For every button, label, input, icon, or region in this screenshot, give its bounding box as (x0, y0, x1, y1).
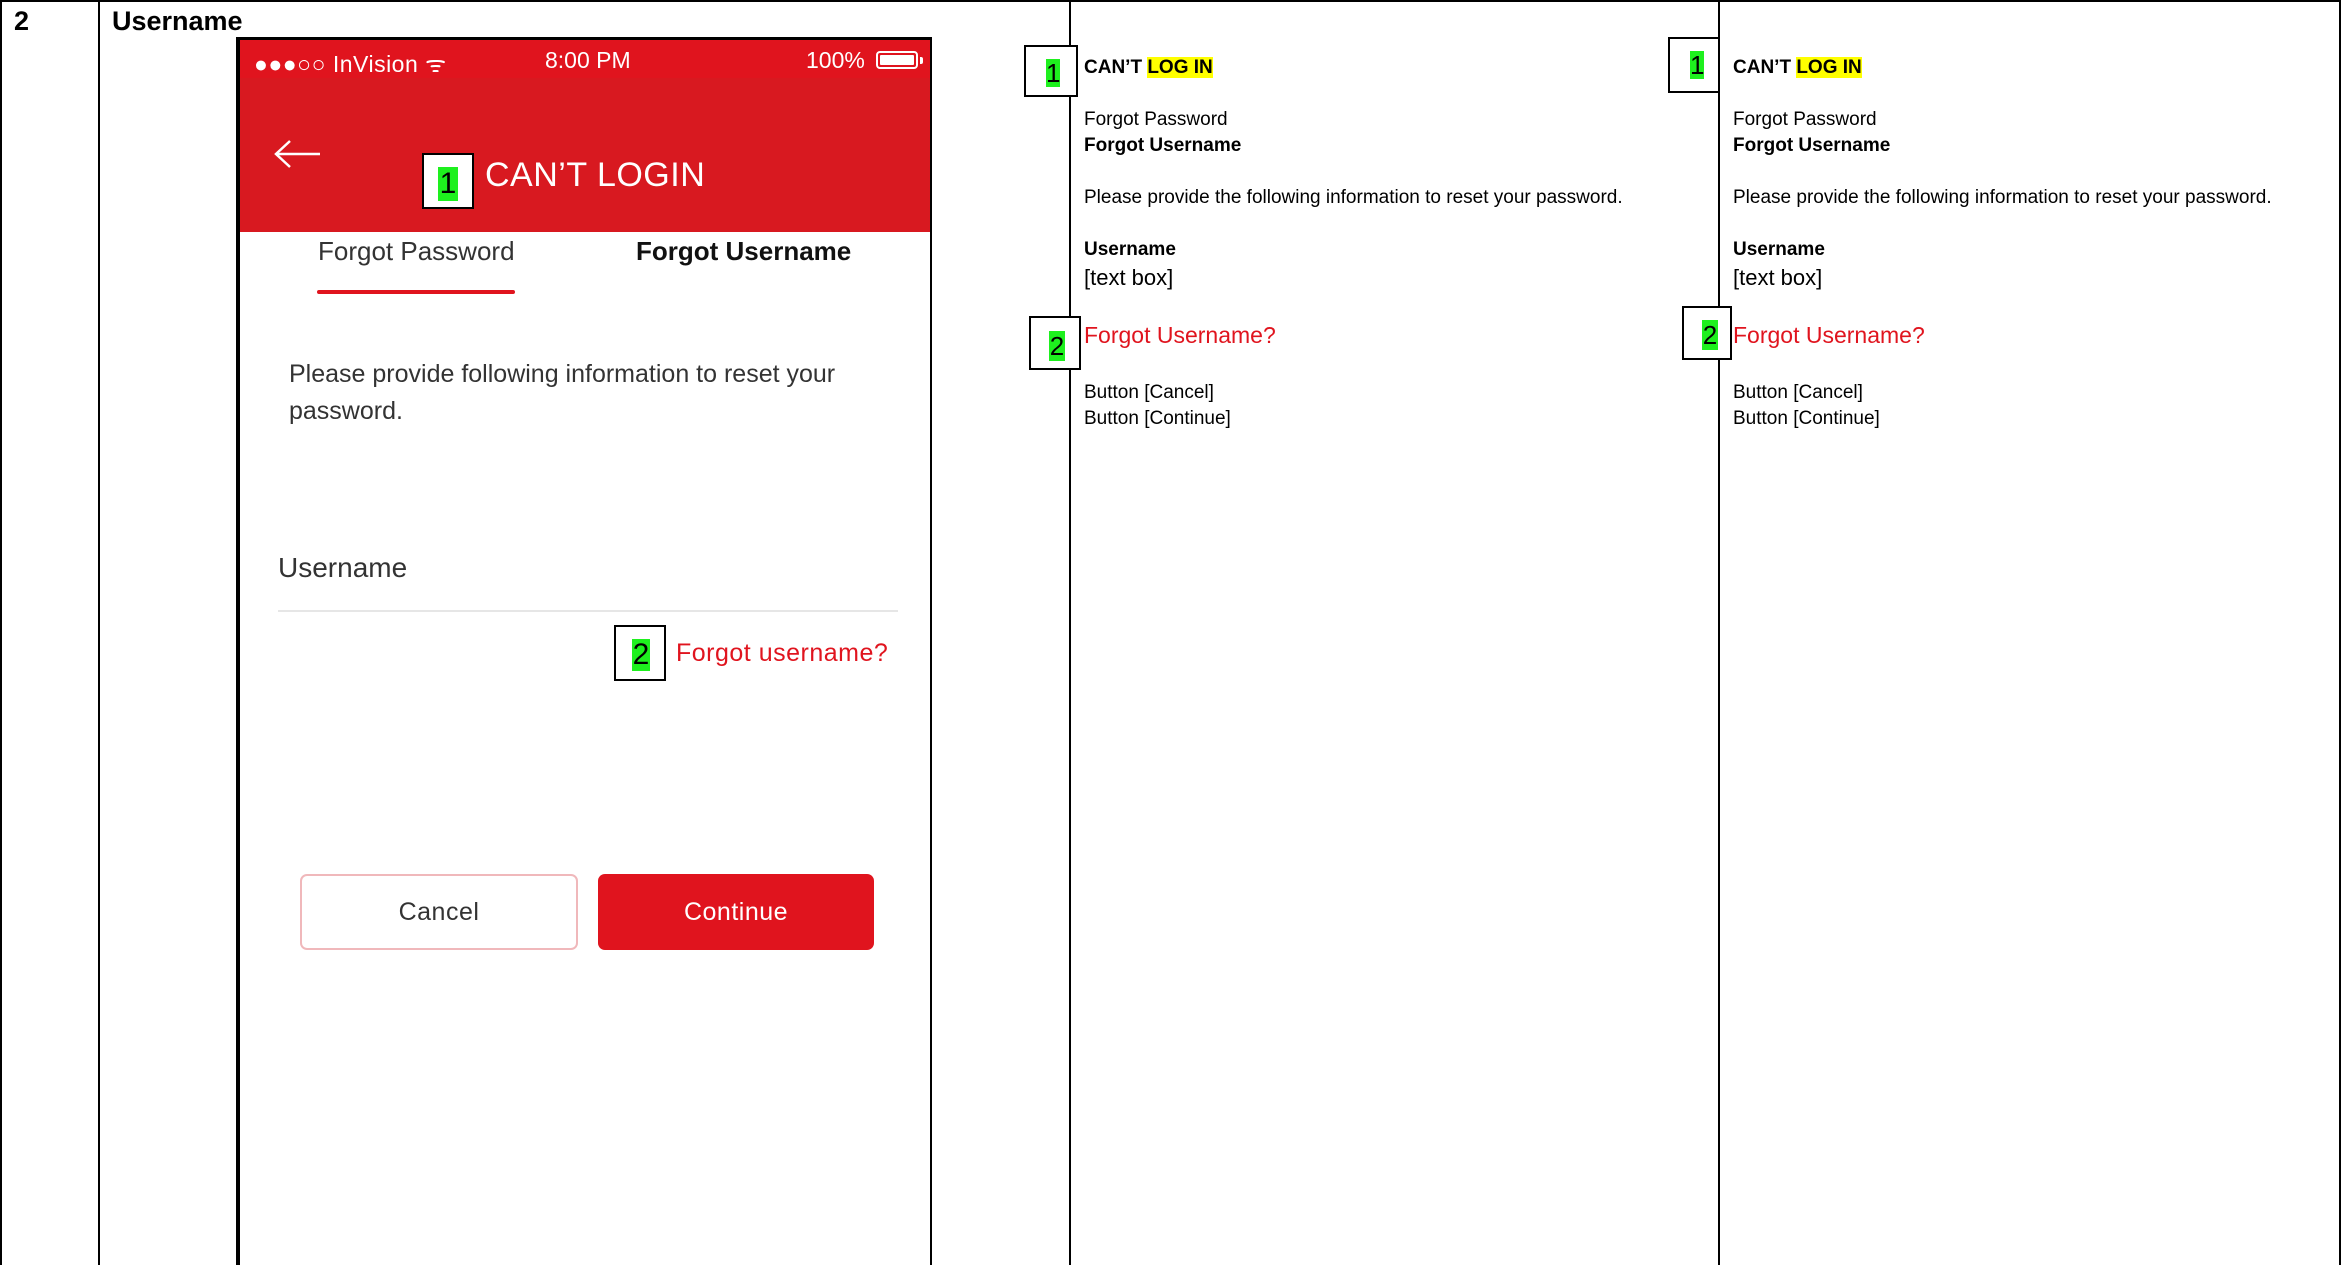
table-left-border (0, 0, 2, 1265)
spec-1-field-value: [text box] (1084, 265, 1174, 290)
spec-1-marker-1: 1 (1024, 45, 1078, 97)
forgot-username-link[interactable]: Forgot username? (676, 639, 888, 668)
tab-forgot-username[interactable]: Forgot Username (636, 236, 851, 267)
spec-1-instructions: Please provide the following information… (1084, 187, 1623, 208)
cancel-button[interactable]: Cancel (300, 874, 578, 950)
battery-icon (876, 51, 918, 69)
active-tab-indicator (317, 290, 515, 294)
spec-2-tab2: Forgot Username (1733, 135, 1891, 156)
spec-2-tab1: Forgot Password (1733, 109, 1877, 130)
carrier-label: ●●●○○ InVision ᯤ (254, 51, 447, 77)
spec-2-title: CAN’T LOG IN (1733, 57, 1862, 78)
row-number: 2 (14, 6, 30, 36)
username-input[interactable] (278, 610, 898, 612)
table-divider-2 (1069, 0, 1071, 1265)
spec-1-link: Forgot Username? (1084, 322, 1276, 348)
spec-2-button2: Button [Continue] (1733, 408, 1880, 429)
row-title: Username (112, 6, 243, 36)
spec-1-marker-2: 2 (1029, 316, 1081, 370)
battery-tip-icon (920, 57, 923, 64)
status-time: 8:00 PM (545, 47, 631, 73)
table-divider-1 (98, 0, 100, 1265)
battery-percent: 100% (806, 47, 865, 73)
spec-2-field-value: [text box] (1733, 265, 1823, 290)
spec-2-instructions: Please provide the following information… (1733, 187, 2272, 208)
spec-1-field-label: Username (1084, 239, 1176, 260)
back-arrow-icon[interactable] (274, 138, 322, 170)
app-header: 1 CAN’T LOGIN (240, 78, 930, 232)
continue-button[interactable]: Continue (598, 874, 874, 950)
username-field-label: Username (278, 552, 408, 583)
spec-2-field-label: Username (1733, 239, 1825, 260)
annotation-marker-2: 2 (614, 625, 666, 681)
spec-2-marker-1: 1 (1668, 37, 1720, 93)
spec-1-button2: Button [Continue] (1084, 408, 1231, 429)
phone-mockup: ●●●○○ InVision ᯤ 8:00 PM 100% 1 CAN’T LO… (236, 37, 932, 1265)
annotation-marker-1: 1 (422, 153, 474, 209)
spec-2-link: Forgot Username? (1733, 322, 1925, 348)
spec-1-tab2: Forgot Username (1084, 135, 1242, 156)
instructions-text: Please provide following information to … (289, 360, 836, 425)
spec-1-button1: Button [Cancel] (1084, 382, 1214, 403)
status-bar: ●●●○○ InVision ᯤ 8:00 PM 100% (240, 40, 930, 78)
spec-1-tab1: Forgot Password (1084, 109, 1228, 130)
table-top-border (0, 0, 2341, 2)
spec-1-title: CAN’T LOG IN (1084, 57, 1213, 78)
table-divider-3 (1718, 0, 1720, 1265)
page-title: CAN’T LOGIN (485, 156, 706, 194)
tab-forgot-password[interactable]: Forgot Password (318, 236, 515, 267)
spec-2-marker-2: 2 (1682, 306, 1732, 360)
spec-2-button1: Button [Cancel] (1733, 382, 1863, 403)
